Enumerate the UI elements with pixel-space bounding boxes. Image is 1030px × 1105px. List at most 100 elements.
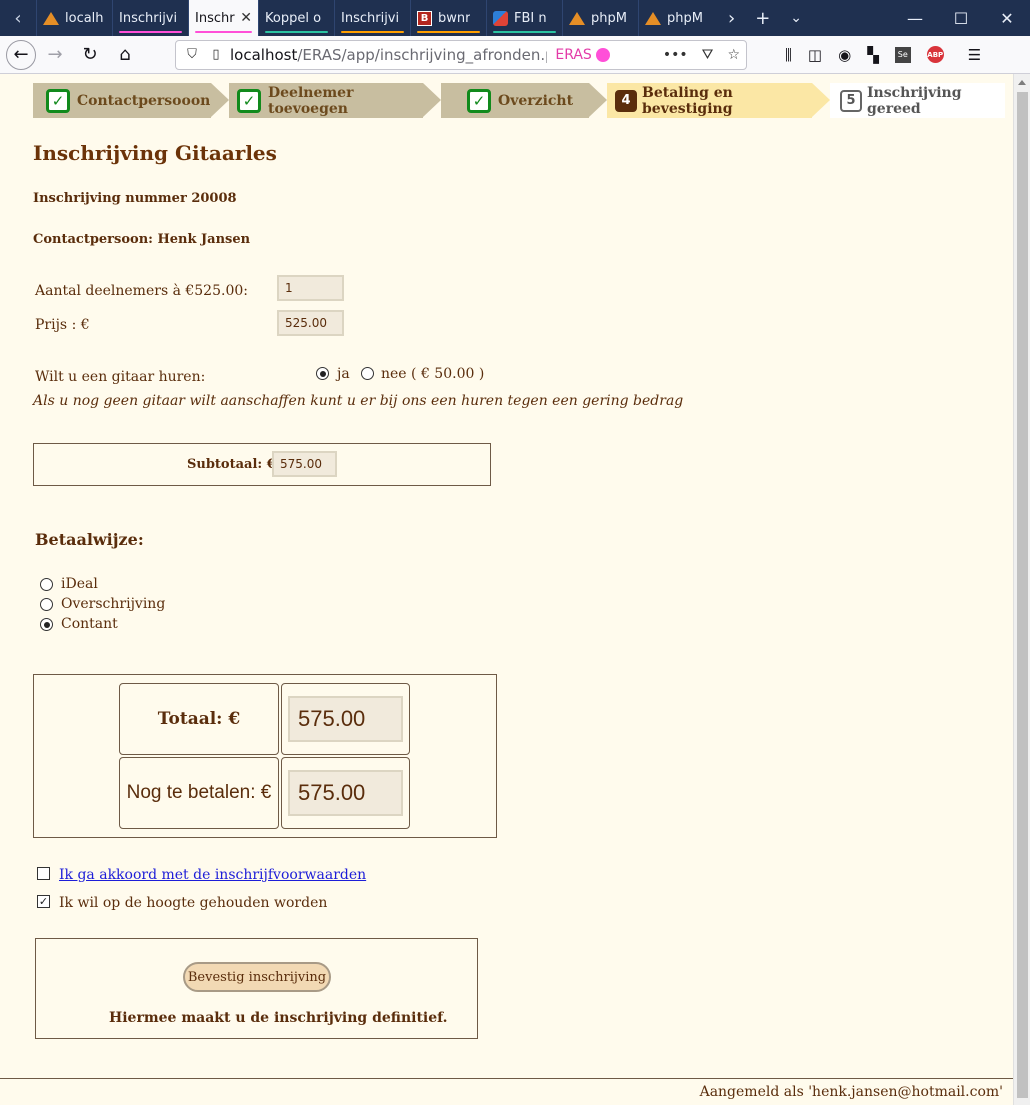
price-label: Prijs : € — [35, 317, 90, 333]
tab-list-chevron-icon[interactable]: ⌄ — [790, 10, 802, 26]
check-icon: ✓ — [467, 88, 491, 113]
step-betaling: 4 Betaling en bevestiging — [607, 83, 812, 118]
bootstrap-favicon-icon: B — [417, 10, 432, 26]
payment-ideal-label: iDeal — [61, 576, 98, 592]
browser-tab[interactable]: Inschrijvi — [112, 0, 188, 36]
payment-transfer-radio[interactable] — [40, 598, 53, 611]
step-arrow-icon — [423, 83, 441, 117]
check-icon: ✓ — [237, 88, 261, 113]
library-icon[interactable]: ⫼ — [785, 46, 792, 64]
browser-nav-bar: ← → ↻ ⌂ ⛉ ▯ localhost /ERAS/app/inschrij… — [0, 36, 1030, 74]
scrollbar-thumb[interactable] — [1017, 92, 1028, 1098]
rent-no-radio[interactable] — [361, 367, 374, 380]
tab-scroll-left-icon[interactable]: ‹ — [0, 0, 36, 36]
page-title: Inschrijving Gitaarles — [33, 141, 277, 165]
browser-tab[interactable]: phpM — [562, 0, 638, 36]
payment-cash-label: Contant — [61, 616, 118, 632]
browser-tab[interactable]: Koppel o — [258, 0, 334, 36]
maximize-icon[interactable]: ☐ — [938, 0, 984, 36]
minimize-icon[interactable]: — — [892, 0, 938, 36]
payment-heading: Betaalwijze: — [35, 530, 144, 549]
step-arrow-icon — [812, 83, 830, 117]
pocket-icon[interactable]: ⛛ — [702, 47, 714, 63]
confirm-note: Hiermee maakt u de inschrijving definiti… — [109, 1010, 448, 1026]
page-info-icon[interactable]: ▯ — [206, 47, 226, 62]
bookmark-star-icon[interactable]: ☆ — [727, 47, 740, 63]
step-label: Overzicht — [498, 92, 574, 109]
container-tag: ERAS — [555, 46, 592, 63]
tab-container-underline — [417, 31, 480, 33]
tab-container-underline — [119, 31, 182, 33]
newsletter-checkbox[interactable]: ✓ — [37, 895, 50, 908]
subtotal-field[interactable]: 575.00 — [272, 451, 337, 477]
rent-yes-label: ja — [337, 366, 350, 382]
step-label: Inschrijving gereed — [867, 84, 962, 117]
browser-tab[interactable]: FBI n — [486, 0, 562, 36]
due-label: Nog te betalen: € — [126, 782, 272, 803]
subtotal-label: Subtotaal: € — [187, 457, 276, 472]
reload-icon[interactable]: ↻ — [74, 39, 106, 71]
tab-container-underline — [493, 31, 556, 33]
url-bar[interactable]: ⛉ ▯ localhost /ERAS/app/inschrijving_afr… — [175, 39, 747, 70]
step-deelnemer[interactable]: ✓ Deelnemer toevoegen — [229, 83, 423, 118]
back-arrow-icon[interactable]: ← — [6, 39, 36, 70]
adblock-icon[interactable]: ABP — [926, 46, 944, 63]
logged-in-text: Aangemeld als 'henk.jansen@hotmail.com' — [699, 1084, 1003, 1100]
confirm-button[interactable]: Bevestig inschrijving — [183, 962, 331, 992]
browser-tab[interactable]: Inschr ✕ — [188, 0, 258, 36]
step-label: Betaling en bevestiging — [642, 84, 733, 117]
shield-icon[interactable]: ⛉ — [182, 47, 202, 62]
step-label: Contactpersooon — [77, 92, 211, 109]
browser-tab-label: bwnr — [438, 10, 471, 26]
new-tab-icon[interactable]: + — [755, 8, 770, 29]
price-field[interactable]: 525.00 — [277, 310, 344, 336]
step-arrow-icon — [589, 83, 607, 117]
browser-tab[interactable]: Bbwnr — [410, 0, 486, 36]
rent-note: Als u nog geen gitaar wilt aanschaffen k… — [33, 393, 684, 409]
page-scrollbar[interactable] — [1013, 74, 1030, 1105]
page-actions-icon[interactable]: ••• — [663, 47, 688, 63]
browser-tab-label: localh — [65, 10, 104, 26]
browser-tab-label: phpM — [667, 10, 703, 26]
step-contactpersoon[interactable]: ✓ Contactpersooon — [33, 83, 211, 118]
step-overzicht[interactable]: ✓ Overzicht — [441, 83, 589, 118]
terms-checkbox[interactable] — [37, 867, 50, 880]
browser-tab[interactable]: phpM — [638, 0, 714, 36]
contact-person: Contactpersoon: Henk Jansen — [33, 232, 251, 247]
total-field[interactable]: 575.00 — [288, 696, 403, 742]
total-label-cell: Totaal: € — [119, 683, 279, 755]
scroll-up-arrow-icon[interactable] — [1018, 80, 1026, 85]
payment-cash-radio[interactable] — [40, 618, 53, 631]
browser-tab-label: Inschrijvi — [119, 10, 178, 26]
terms-link[interactable]: Ik ga akkoord met de inschrijfvoorwaarde… — [59, 867, 366, 883]
extensions-grid-icon[interactable]: ▚ — [867, 46, 879, 64]
fbi-favicon-icon — [493, 10, 508, 26]
footer-bar: Aangemeld als 'henk.jansen@hotmail.com' — [0, 1078, 1013, 1105]
total-label: Totaal: € — [157, 709, 241, 729]
due-field[interactable]: 575.00 — [288, 770, 403, 816]
browser-tab-label: phpM — [591, 10, 627, 26]
window-close-icon[interactable]: ✕ — [984, 0, 1030, 36]
participants-field[interactable]: 1 — [277, 275, 344, 301]
browser-tab-label: FBI n — [514, 10, 547, 26]
phpmyadmin-favicon-icon — [569, 11, 585, 25]
home-icon[interactable]: ⌂ — [109, 39, 141, 71]
menu-hamburger-icon[interactable]: ☰ — [968, 46, 981, 64]
rent-no-label: nee ( € 50.00 ) — [381, 366, 485, 382]
browser-tab-label: Inschrijvi — [341, 10, 400, 26]
tab-close-icon[interactable]: ✕ — [240, 10, 252, 26]
rent-question: Wilt u een gitaar huren: — [35, 369, 206, 385]
tab-container-underline — [341, 31, 404, 33]
rent-yes-radio[interactable] — [316, 367, 329, 380]
payment-ideal-radio[interactable] — [40, 578, 53, 591]
forward-arrow-icon[interactable]: → — [39, 39, 71, 71]
sidebar-icon[interactable]: ◫ — [808, 46, 822, 64]
participants-label: Aantal deelnemers à €525.00: — [35, 283, 248, 299]
container-dot-icon — [595, 47, 610, 62]
browser-tab[interactable]: localh — [36, 0, 112, 36]
tab-scroll-right-icon[interactable]: › — [728, 8, 735, 29]
browser-tab[interactable]: Inschrijvi — [334, 0, 410, 36]
url-path: /ERAS/app/inschrijving_afronden.php?e — [297, 45, 547, 64]
account-icon[interactable]: ◉ — [838, 46, 851, 64]
selenium-icon[interactable]: Se — [894, 46, 911, 63]
